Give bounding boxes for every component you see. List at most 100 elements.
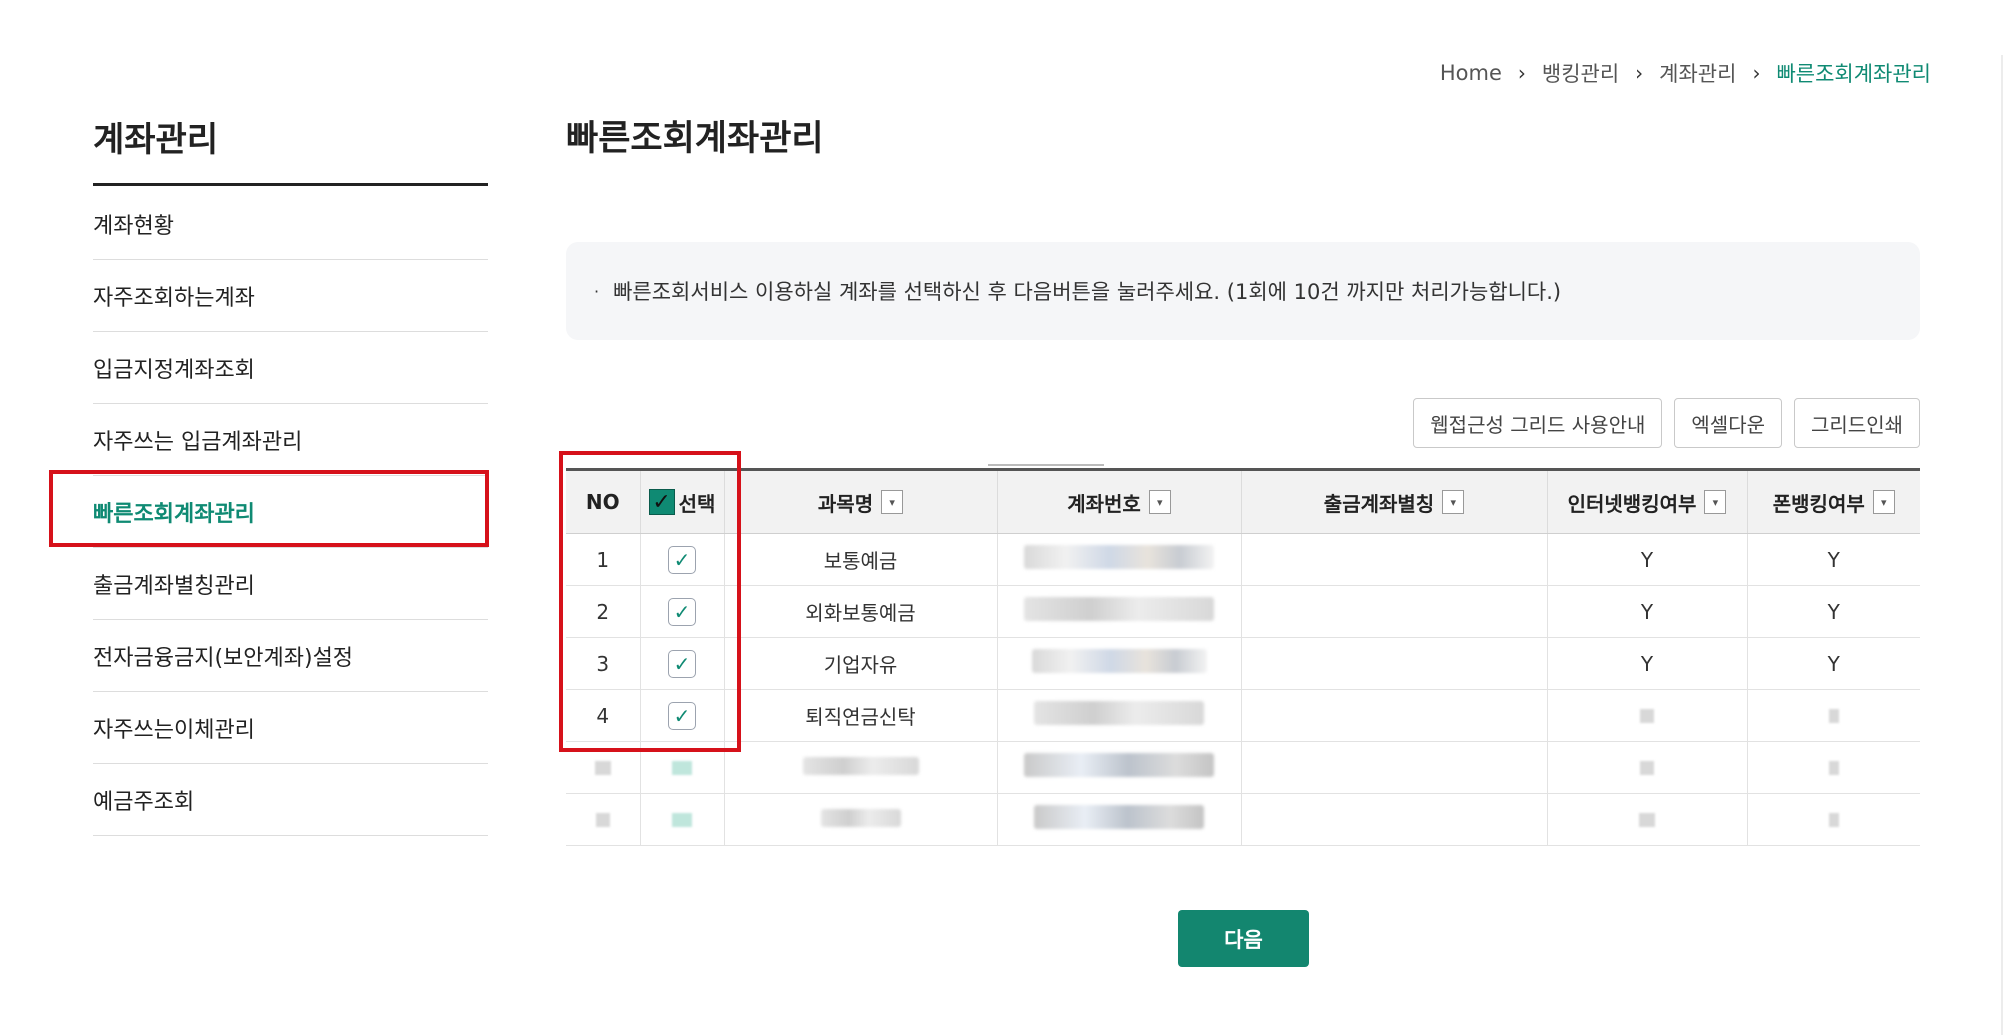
sidebar-title-divider (93, 183, 488, 186)
col-header-internet-banking: 인터넷뱅킹여부 ▾ (1547, 471, 1748, 534)
cell-phone: Y (1747, 637, 1920, 690)
masked-account-number (1034, 805, 1204, 829)
cell-subject: 보통예금 (724, 533, 998, 586)
cell-phone: Y (1747, 585, 1920, 638)
cell-internet (1547, 741, 1748, 794)
select-column-highlight-box (559, 451, 741, 752)
sidebar-item-frequent-deposit[interactable]: 자주쓰는 입금계좌관리 (93, 404, 488, 476)
cell-alias (1241, 741, 1548, 794)
table-row[interactable]: 1 ✓ 보통예금 Y Y (566, 533, 1920, 586)
col-header-alias: 출금계좌별칭 ▾ (1241, 471, 1548, 534)
masked-subject (802, 756, 919, 775)
cell-no (566, 793, 641, 846)
table-row[interactable] (566, 793, 1920, 846)
cell-subject: 기업자유 (724, 637, 998, 690)
masked-value (1639, 812, 1655, 827)
cell-account-masked (997, 741, 1242, 794)
breadcrumb-banking[interactable]: 뱅킹관리 (1542, 58, 1619, 88)
next-button[interactable]: 다음 (1178, 910, 1309, 967)
cell-phone (1747, 793, 1920, 846)
col-header-account: 계좌번호 ▾ (997, 471, 1242, 534)
grid-toolbar: 웹접근성 그리드 사용안내 엑셀다운 그리드인쇄 (1413, 398, 1920, 448)
sidebar-item-account-status[interactable]: 계좌현황 (93, 188, 488, 260)
filter-dropdown-icon[interactable]: ▾ (881, 490, 904, 514)
notice-box: · 빠른조회서비스 이용하실 계좌를 선택하신 후 다음버튼을 눌러주세요. (… (566, 242, 1920, 340)
sidebar-item-holder-inquiry[interactable]: 예금주조회 (93, 764, 488, 836)
cell-alias (1241, 689, 1548, 742)
cell-subject: 퇴직연금신탁 (724, 689, 998, 742)
cell-account-masked (997, 533, 1242, 586)
cell-phone (1747, 689, 1920, 742)
chevron-right-icon: › (1635, 61, 1644, 85)
sidebar-item-frequent-inquiry[interactable]: 자주조회하는계좌 (93, 260, 488, 332)
masked-account-number (1031, 649, 1207, 673)
masked-account-number (1024, 597, 1214, 621)
bullet-icon: · (594, 281, 600, 301)
filter-dropdown-icon[interactable]: ▾ (1442, 490, 1465, 514)
masked-checkbox[interactable] (672, 760, 692, 775)
breadcrumb-current: 빠른조회계좌관리 (1776, 62, 1931, 86)
cell-alias (1241, 637, 1548, 690)
sidebar-highlight-box (49, 470, 489, 547)
masked-value (595, 812, 610, 827)
filter-dropdown-icon[interactable]: ▾ (1704, 490, 1727, 514)
sidebar-title: 계좌관리 (93, 120, 219, 160)
cell-subject (724, 793, 998, 846)
table-row[interactable]: 3 ✓ 기업자유 Y Y (566, 637, 1920, 690)
cell-alias (1241, 793, 1548, 846)
masked-value (1640, 708, 1654, 723)
table-row[interactable] (566, 741, 1920, 794)
cell-internet (1547, 689, 1748, 742)
excel-download-button[interactable]: 엑셀다운 (1674, 398, 1782, 448)
page-edge-divider (2001, 55, 2003, 1035)
sidebar-item-security-account[interactable]: 전자금융금지(보안계좌)설정 (93, 620, 488, 692)
sidebar-item-withdrawal-alias[interactable]: 출금계좌별칭관리 (93, 548, 488, 620)
cell-select (640, 793, 725, 846)
masked-value (594, 760, 611, 775)
cell-subject (724, 741, 998, 794)
grid-print-button[interactable]: 그리드인쇄 (1794, 398, 1920, 448)
masked-value (1640, 760, 1654, 775)
cell-internet: Y (1547, 533, 1748, 586)
cell-alias (1241, 585, 1548, 638)
page: Home › 뱅킹관리 › 계좌관리 › 빠른조회계좌관리 계좌관리 계좌현황 … (0, 0, 2011, 1035)
table-header-row: NO ✓ 선택 과목명 ▾ 계좌번호 ▾ 출금계좌별칭 ▾ 인터넷뱅킹여부 ▾ … (566, 471, 1920, 534)
masked-value (1828, 812, 1839, 827)
cell-internet (1547, 793, 1748, 846)
col-header-phone-banking: 폰뱅킹여부 ▾ (1747, 471, 1920, 534)
page-title: 빠른조회계좌관리 (566, 119, 824, 159)
cell-internet: Y (1547, 585, 1748, 638)
account-grid: NO ✓ 선택 과목명 ▾ 계좌번호 ▾ 출금계좌별칭 ▾ 인터넷뱅킹여부 ▾ … (566, 464, 1920, 846)
masked-account-number (1024, 545, 1214, 569)
cell-account-masked (997, 689, 1242, 742)
chevron-right-icon: › (1752, 61, 1761, 85)
col-header-subject: 과목명 ▾ (724, 471, 998, 534)
cell-account-masked (997, 585, 1242, 638)
sidebar-item-deposit-designated[interactable]: 입금지정계좌조회 (93, 332, 488, 404)
cell-account-masked (997, 637, 1242, 690)
accessibility-guide-button[interactable]: 웹접근성 그리드 사용안내 (1413, 398, 1663, 448)
breadcrumb-home[interactable]: Home (1440, 61, 1502, 85)
notice-text: 빠른조회서비스 이용하실 계좌를 선택하신 후 다음버튼을 눌러주세요. (1회… (613, 280, 1562, 304)
masked-account-number (1024, 753, 1214, 777)
grid-scroll-tick (988, 464, 1104, 466)
masked-checkbox[interactable] (672, 812, 692, 827)
masked-account-number (1034, 701, 1204, 725)
sidebar-item-frequent-transfer[interactable]: 자주쓰는이체관리 (93, 692, 488, 764)
breadcrumb: Home › 뱅킹관리 › 계좌관리 › 빠른조회계좌관리 (1440, 58, 1931, 88)
filter-dropdown-icon[interactable]: ▾ (1872, 490, 1895, 514)
masked-value (1828, 760, 1839, 775)
cell-phone: Y (1747, 533, 1920, 586)
cell-internet: Y (1547, 637, 1748, 690)
table-row[interactable]: 4 ✓ 퇴직연금신탁 (566, 689, 1920, 742)
cell-subject: 외화보통예금 (724, 585, 998, 638)
cell-alias (1241, 533, 1548, 586)
masked-subject (820, 808, 901, 827)
masked-value (1828, 708, 1839, 723)
chevron-right-icon: › (1517, 61, 1526, 85)
cell-account-masked (997, 793, 1242, 846)
account-table: NO ✓ 선택 과목명 ▾ 계좌번호 ▾ 출금계좌별칭 ▾ 인터넷뱅킹여부 ▾ … (566, 471, 1920, 846)
filter-dropdown-icon[interactable]: ▾ (1148, 490, 1171, 514)
table-row[interactable]: 2 ✓ 외화보통예금 Y Y (566, 585, 1920, 638)
breadcrumb-accounts[interactable]: 계좌관리 (1659, 58, 1736, 88)
